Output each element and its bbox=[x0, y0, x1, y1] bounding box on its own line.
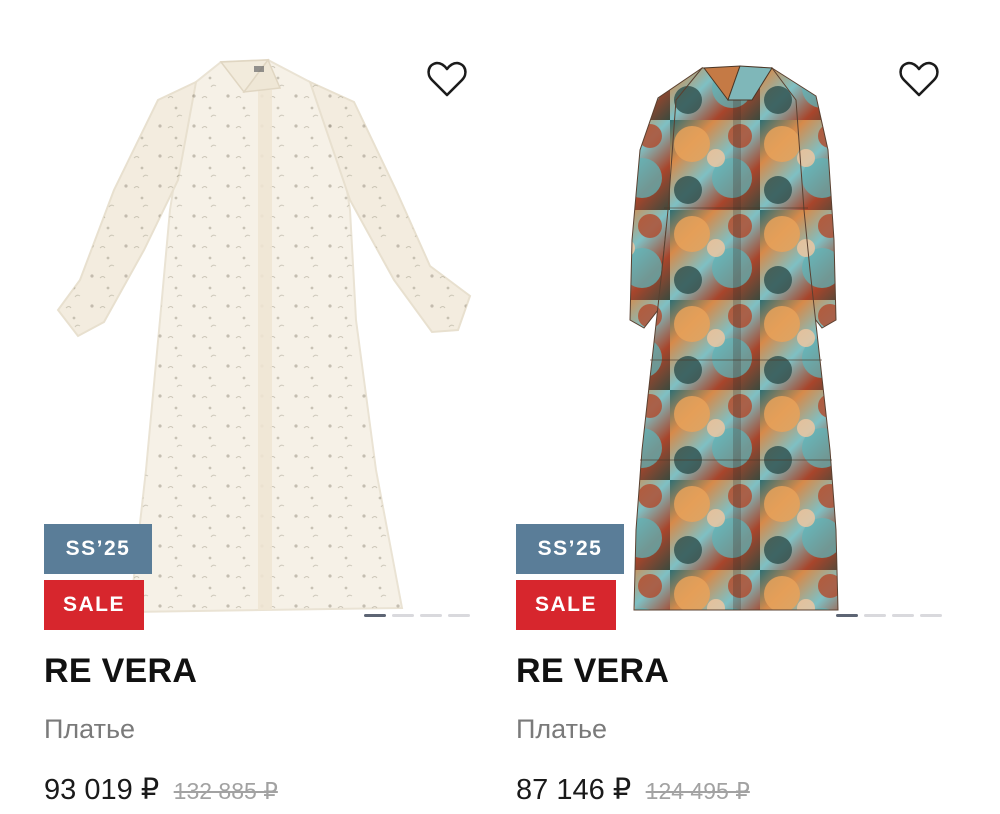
price-block: 87 146 ₽ 124 495 ₽ bbox=[516, 772, 750, 807]
heart-outline-icon bbox=[899, 61, 939, 97]
carousel-dot[interactable] bbox=[392, 614, 414, 617]
season-badge: SS’25 bbox=[44, 524, 152, 574]
sale-badge: SALE bbox=[516, 580, 616, 630]
carousel-dot[interactable] bbox=[864, 614, 886, 617]
carousel-dot[interactable] bbox=[892, 614, 914, 617]
price-block: 93 019 ₽ 132 885 ₽ bbox=[44, 772, 278, 807]
favorite-button[interactable] bbox=[426, 60, 468, 98]
carousel-indicator[interactable] bbox=[364, 614, 470, 617]
brand-name[interactable]: RE VERA bbox=[516, 652, 669, 691]
current-price: 93 019 ₽ bbox=[44, 774, 160, 806]
carousel-dot[interactable] bbox=[836, 614, 858, 617]
carousel-dot[interactable] bbox=[448, 614, 470, 617]
old-price: 124 495 ₽ bbox=[645, 778, 750, 804]
carousel-dot[interactable] bbox=[920, 614, 942, 617]
carousel-dot[interactable] bbox=[420, 614, 442, 617]
heart-outline-icon bbox=[427, 61, 467, 97]
sale-badge: SALE bbox=[44, 580, 144, 630]
carousel-indicator[interactable] bbox=[836, 614, 942, 617]
product-card[interactable]: SS’25 SALE RE VERA Платье 93 019 ₽ 132 8… bbox=[18, 0, 474, 814]
brand-name[interactable]: RE VERA bbox=[44, 652, 197, 691]
season-badge: SS’25 bbox=[516, 524, 624, 574]
product-grid: SS’25 SALE RE VERA Платье 93 019 ₽ 132 8… bbox=[0, 0, 1000, 814]
favorite-button[interactable] bbox=[898, 60, 940, 98]
product-type: Платье bbox=[516, 714, 608, 744]
old-price: 132 885 ₽ bbox=[173, 778, 278, 804]
carousel-dot[interactable] bbox=[364, 614, 386, 617]
product-type: Платье bbox=[44, 714, 136, 744]
current-price: 87 146 ₽ bbox=[516, 774, 632, 806]
product-card[interactable]: SS’25 SALE RE VERA Платье 87 146 ₽ 124 4… bbox=[490, 0, 946, 814]
